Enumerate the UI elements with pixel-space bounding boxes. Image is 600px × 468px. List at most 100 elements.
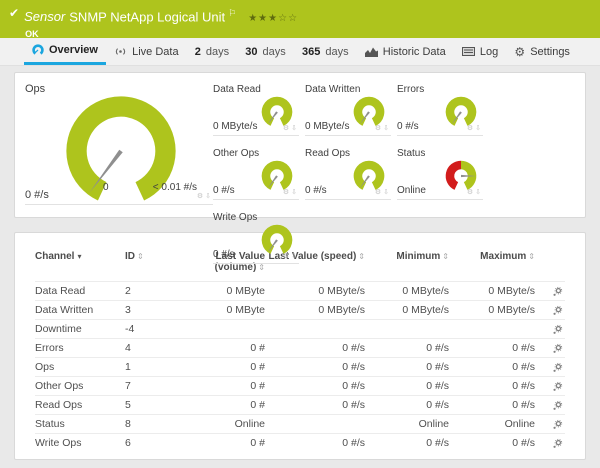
- pin-icon[interactable]: ⇩: [383, 125, 389, 132]
- divider: [213, 263, 299, 264]
- gauge-other-ops: Other Ops 0 #/s ⚙ ⇩: [213, 145, 305, 209]
- star-icon[interactable]: ★: [258, 13, 268, 24]
- pin-icon[interactable]: ⇩: [475, 189, 481, 196]
- row-downtime: Downtime -4: [35, 319, 565, 338]
- channel-cell: Data Written: [35, 304, 94, 316]
- gauge-ops: Ops 0 < 0.01 #/s 0 #/s ⚙ ⇩: [25, 81, 213, 209]
- channel-cell: Write Ops: [35, 437, 82, 449]
- pin-icon[interactable]: ⇩: [475, 125, 481, 132]
- minimum-cell: 0 #/s: [426, 437, 449, 449]
- row-status: Status 8 Online Online Online: [35, 414, 565, 433]
- maximum-cell: Online: [504, 418, 535, 430]
- speed-cell: 0 MByte/s: [318, 285, 365, 297]
- id-cell: 1: [125, 361, 131, 373]
- flag-icon[interactable]: ⚐: [228, 8, 236, 18]
- tab-30-days[interactable]: 30 days: [237, 38, 294, 65]
- channel-settings-icon[interactable]: [552, 343, 563, 354]
- volume-cell: 0 MByte: [226, 285, 265, 297]
- gear-icon[interactable]: ⚙: [467, 125, 473, 132]
- pin-icon[interactable]: ⇩: [291, 125, 297, 132]
- gear-icon[interactable]: ⚙: [283, 125, 289, 132]
- volume-cell: 0 #: [250, 361, 265, 373]
- gauge-value: Online: [397, 185, 426, 196]
- channel-cell: Status: [35, 418, 65, 430]
- channel-cell: Ops: [35, 361, 55, 373]
- star-icon[interactable]: ☆: [278, 13, 288, 24]
- tab-label: Overview: [49, 44, 98, 56]
- column-header-id[interactable]: ID ⇕: [125, 251, 181, 262]
- gauge-value: 0 #/s: [397, 121, 419, 132]
- gauge-status: Status Online ⚙ ⇩: [397, 145, 489, 209]
- sort-icon: ⇕: [442, 252, 449, 261]
- gauge-label: Write Ops: [213, 212, 258, 223]
- pin-icon[interactable]: ⇩: [205, 193, 211, 200]
- id-cell: 6: [125, 437, 131, 449]
- divider: [213, 199, 299, 200]
- sort-desc-icon: ▾: [77, 252, 82, 261]
- tab-2-days[interactable]: 2 days: [187, 38, 237, 65]
- star-icon[interactable]: ★: [248, 13, 258, 24]
- gauge-value: 0 MByte/s: [213, 121, 258, 132]
- column-header-maximum[interactable]: Maximum ⇕: [449, 251, 535, 262]
- gear-icon[interactable]: ⚙: [197, 193, 203, 200]
- tab-label: Log: [479, 45, 499, 58]
- minimum-cell: 0 #/s: [426, 342, 449, 354]
- channel-settings-icon[interactable]: [552, 419, 563, 430]
- gear-icon[interactable]: ⚙: [283, 253, 289, 260]
- tab-label: Historic Data: [382, 45, 446, 58]
- tab-365-days[interactable]: 365 days: [294, 38, 357, 65]
- tab-overview[interactable]: Overview: [24, 38, 106, 65]
- tab-number: 30: [245, 45, 258, 58]
- pin-icon[interactable]: ⇩: [291, 189, 297, 196]
- pin-icon[interactable]: ⇩: [383, 189, 389, 196]
- id-cell: 7: [125, 380, 131, 392]
- speed-cell: 0 #/s: [342, 437, 365, 449]
- gauge-value: 0 #/s: [213, 249, 235, 260]
- priority-stars[interactable]: ★★★☆☆: [248, 13, 298, 24]
- channel-settings-icon[interactable]: [552, 438, 563, 449]
- gear-icon[interactable]: ⚙: [283, 189, 289, 196]
- channel-settings-icon[interactable]: [552, 305, 563, 316]
- channel-settings-icon[interactable]: [552, 400, 563, 411]
- speed-cell: 0 #/s: [342, 361, 365, 373]
- pin-icon[interactable]: ⇩: [291, 253, 297, 260]
- tab-label: days: [325, 45, 349, 58]
- tab-log[interactable]: Log: [454, 38, 506, 65]
- volume-cell: 0 #: [250, 437, 265, 449]
- gauge-value: 0 #/s: [25, 189, 213, 205]
- maximum-cell: 0 MByte/s: [488, 285, 535, 297]
- tab-settings[interactable]: ⚙ Settings: [506, 38, 578, 65]
- star-icon[interactable]: ★: [268, 13, 278, 24]
- tab-live-data[interactable]: Live Data: [106, 38, 186, 65]
- channel-settings-icon[interactable]: [552, 324, 563, 335]
- object-kind-label: Sensor: [24, 9, 66, 25]
- tab-historic-data[interactable]: Historic Data: [357, 38, 454, 65]
- gear-icon[interactable]: ⚙: [467, 189, 473, 196]
- channel-settings-icon[interactable]: [552, 381, 563, 392]
- gear-icon[interactable]: ⚙: [375, 125, 381, 132]
- gauge-label: Data Read: [213, 84, 261, 95]
- id-cell: 8: [125, 418, 131, 430]
- tab-label: Live Data: [132, 45, 179, 58]
- gauge-icon: [32, 44, 44, 55]
- column-header-minimum[interactable]: Minimum ⇕: [365, 251, 449, 262]
- sensor-title-block: Sensor SNMP NetApp Logical Unit ⚐★★★☆☆ OK: [24, 5, 298, 39]
- divider: [397, 199, 483, 200]
- sensor-header: ✔ Sensor SNMP NetApp Logical Unit ⚐★★★☆☆ O…: [0, 0, 600, 39]
- minimum-cell: 0 MByte/s: [402, 304, 449, 316]
- volume-cell: 0 MByte: [226, 304, 265, 316]
- minimum-cell: 0 MByte/s: [402, 285, 449, 297]
- channel-settings-icon[interactable]: [552, 362, 563, 373]
- minimum-cell: Online: [418, 418, 449, 430]
- gear-icon[interactable]: ⚙: [375, 189, 381, 196]
- sort-icon: ⇕: [137, 252, 144, 261]
- gauge-label: Status: [397, 148, 426, 159]
- speed-cell: 0 MByte/s: [318, 304, 365, 316]
- column-header-channel[interactable]: Channel ▾: [35, 251, 125, 262]
- channel-settings-icon[interactable]: [552, 286, 563, 297]
- tab-bar: Overview Live Data 2 days 30 days 365 da…: [0, 38, 600, 66]
- divider: [305, 135, 391, 136]
- star-icon[interactable]: ☆: [288, 13, 298, 24]
- gauge-label: Other Ops: [213, 148, 260, 159]
- gauges-panel: Ops 0 < 0.01 #/s 0 #/s ⚙ ⇩ Data Read 0 MB…: [14, 72, 586, 264]
